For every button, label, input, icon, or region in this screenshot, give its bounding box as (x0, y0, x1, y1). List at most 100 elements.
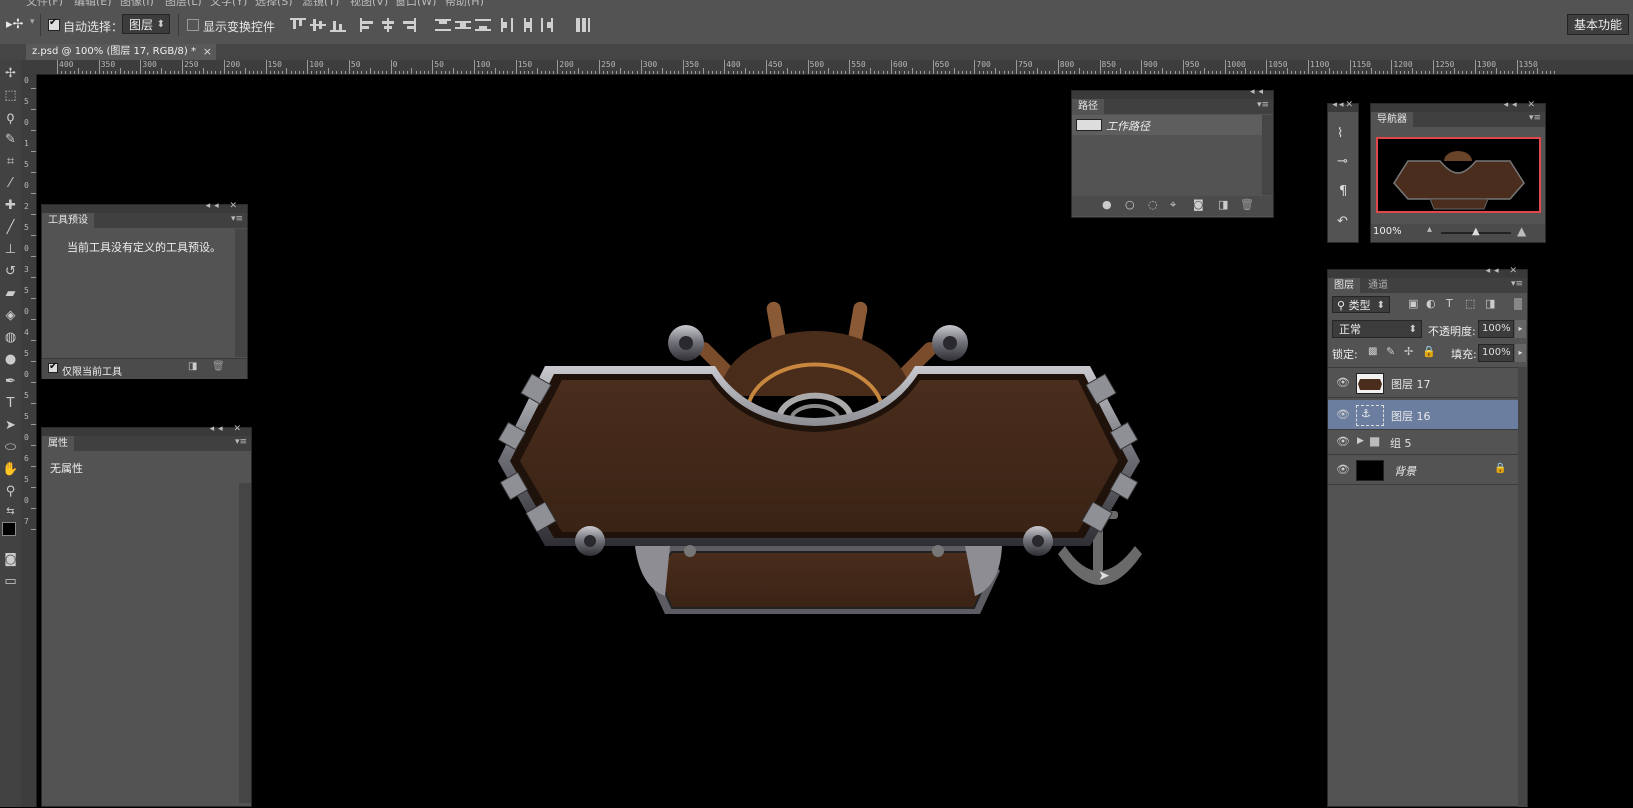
align-bottom-icon[interactable] (330, 18, 346, 32)
trash-icon[interactable]: 🗑 (1240, 198, 1254, 211)
marquee-tool-icon[interactable]: ⬚ (0, 86, 21, 106)
stamp-tool-icon[interactable]: ⊥ (0, 240, 21, 260)
auto-select-checkbox[interactable] (48, 17, 60, 31)
filter-shape-icon[interactable]: ⬚ (1465, 297, 1475, 310)
tab-layers[interactable]: 图层 (1328, 278, 1360, 293)
distribute-left-icon[interactable] (500, 18, 516, 32)
distribute-hcenter-icon[interactable] (520, 18, 536, 32)
dodge-tool-icon[interactable]: ● (0, 350, 21, 370)
make-work-path-icon[interactable]: ⌖ (1170, 198, 1176, 212)
auto-align-icon[interactable] (575, 18, 591, 32)
close-icon[interactable]: × (203, 44, 212, 60)
expand-triangle-icon[interactable]: ▶ (1357, 436, 1364, 446)
eraser-tool-icon[interactable]: ▰ (0, 284, 21, 304)
tab-properties[interactable]: 属性 (42, 436, 74, 451)
fill-path-icon[interactable]: ● (1102, 198, 1112, 211)
align-top-icon[interactable] (290, 18, 306, 32)
history-icon[interactable]: ↶ (1337, 214, 1348, 229)
workspace-button[interactable]: 基本功能 (1567, 14, 1629, 35)
filter-pixel-icon[interactable]: ▣ (1408, 297, 1418, 310)
opacity-input[interactable]: 100% (1478, 320, 1514, 338)
distribute-vcenter-icon[interactable] (455, 18, 471, 32)
align-right-icon[interactable] (400, 18, 416, 32)
load-selection-icon[interactable]: ◌ (1148, 198, 1158, 211)
zoom-in-icon[interactable]: ▲ (1517, 224, 1526, 238)
crop-tool-icon[interactable]: ⌗ (0, 152, 21, 172)
blur-tool-icon[interactable]: ◍ (0, 328, 21, 348)
panel-menu-icon[interactable]: ▾≡ (231, 214, 243, 224)
screen-mode-icon[interactable]: ▭ (0, 572, 21, 592)
current-tool-only-checkbox[interactable] (48, 361, 58, 373)
filter-smart-object-icon[interactable]: ◨ (1485, 297, 1495, 310)
quick-select-tool-icon[interactable]: ✎ (0, 130, 21, 150)
show-transform-checkbox[interactable] (187, 19, 199, 31)
lock-position-icon[interactable]: ✢ (1404, 345, 1413, 358)
path-select-tool-icon[interactable]: ➤ (0, 416, 21, 436)
layer-row[interactable]: 👁 ⚓ 图层 16 (1328, 400, 1518, 430)
tab-navigator[interactable]: 导航器 (1371, 112, 1413, 127)
eyedropper-tool-icon[interactable]: ⁄ (0, 174, 21, 194)
quick-mask-icon[interactable]: ◙ (0, 550, 21, 570)
brush-presets-icon[interactable]: ⊸ (1337, 154, 1348, 169)
lock-transparent-icon[interactable]: ▩ (1368, 346, 1377, 357)
lock-all-icon[interactable]: 🔒 (1422, 345, 1436, 358)
move-tool-icon[interactable]: ✢ (0, 64, 21, 84)
layer-filter-dropdown[interactable]: ⚲ 类型 (1332, 296, 1390, 314)
collapse-icon[interactable]: ◂◂ (1250, 87, 1267, 97)
visibility-eye-icon[interactable]: 👁 (1336, 435, 1350, 448)
visibility-eye-icon[interactable]: 👁 (1336, 408, 1350, 421)
stroke-path-icon[interactable]: ○ (1125, 198, 1135, 211)
scrollbar[interactable] (1518, 367, 1527, 807)
lock-pixels-icon[interactable]: ✎ (1386, 345, 1395, 358)
history-brush-tool-icon[interactable]: ↺ (0, 262, 21, 282)
paragraph-icon[interactable]: ¶ (1339, 184, 1347, 199)
scrollbar[interactable] (239, 483, 251, 803)
fill-input[interactable]: 100% (1478, 344, 1514, 362)
filter-type-icon[interactable]: T (1446, 297, 1453, 310)
distribute-top-icon[interactable] (435, 18, 451, 32)
panel-menu-icon[interactable]: ▾≡ (1511, 279, 1523, 289)
type-tool-icon[interactable]: T (0, 394, 21, 414)
collapse-icon[interactable]: ◂◂ ✕ (206, 201, 241, 211)
swap-colors-icon[interactable]: ⇆ (0, 502, 21, 522)
healing-brush-tool-icon[interactable]: ✚ (0, 196, 21, 216)
layer-row[interactable]: 👁 ▶ ■ 组 5 (1328, 430, 1518, 455)
fill-slider-button[interactable]: ▸ (1515, 344, 1526, 362)
zoom-slider-thumb[interactable]: ▲ (1472, 226, 1480, 237)
panel-menu-icon[interactable]: ▾≡ (1257, 100, 1269, 110)
auto-select-dropdown[interactable]: 图层 (122, 14, 170, 35)
scrollbar[interactable] (235, 229, 247, 357)
visibility-eye-icon[interactable]: 👁 (1336, 463, 1350, 476)
zoom-out-icon[interactable]: ▴ (1427, 224, 1432, 235)
shape-tool-icon[interactable]: ⬭ (0, 438, 21, 458)
align-left-icon[interactable] (360, 18, 376, 32)
filter-adjustment-icon[interactable]: ◐ (1426, 297, 1436, 310)
brush-settings-icon[interactable]: ⌇ (1337, 126, 1343, 141)
collapse-icon[interactable]: ◂◂ ✕ (210, 424, 245, 434)
panel-menu-icon[interactable]: ▾≡ (235, 437, 247, 447)
lasso-tool-icon[interactable]: ϙ (0, 108, 21, 128)
navigator-preview[interactable] (1376, 137, 1541, 213)
collapse-icon[interactable]: ◂◂✕ (1332, 100, 1355, 110)
foreground-color-swatch[interactable] (2, 522, 16, 536)
panel-menu-icon[interactable]: ▾≡ (1529, 113, 1541, 123)
tab-channels[interactable]: 通道 (1362, 278, 1394, 293)
tab-tool-presets[interactable]: 工具预设 (42, 213, 94, 228)
new-path-icon[interactable]: ◨ (1218, 198, 1228, 211)
new-preset-icon[interactable]: ◨ (188, 361, 197, 372)
zoom-tool-icon[interactable]: ⚲ (0, 482, 21, 502)
filter-toggle[interactable] (1514, 298, 1522, 310)
opacity-slider-button[interactable]: ▸ (1515, 320, 1526, 338)
align-hcenter-icon[interactable] (380, 18, 396, 32)
collapse-icon[interactable]: ◂◂ ✕ (1504, 100, 1539, 110)
visibility-eye-icon[interactable]: 👁 (1336, 376, 1350, 389)
document-tab[interactable]: z.psd @ 100% (图层 17, RGB/8) * × (26, 44, 216, 60)
layer-row[interactable]: 👁 背景 🔒 (1328, 455, 1518, 485)
chevron-down-icon[interactable]: ▾ (30, 17, 35, 27)
scrollbar[interactable] (1262, 115, 1273, 195)
path-row-work-path[interactable]: 工作路径 (1072, 115, 1262, 135)
collapse-icon[interactable]: ◂◂ ✕ (1486, 266, 1521, 276)
distribute-bottom-icon[interactable] (475, 18, 491, 32)
pen-tool-icon[interactable]: ✒ (0, 372, 21, 392)
align-vcenter-icon[interactable] (310, 18, 326, 32)
